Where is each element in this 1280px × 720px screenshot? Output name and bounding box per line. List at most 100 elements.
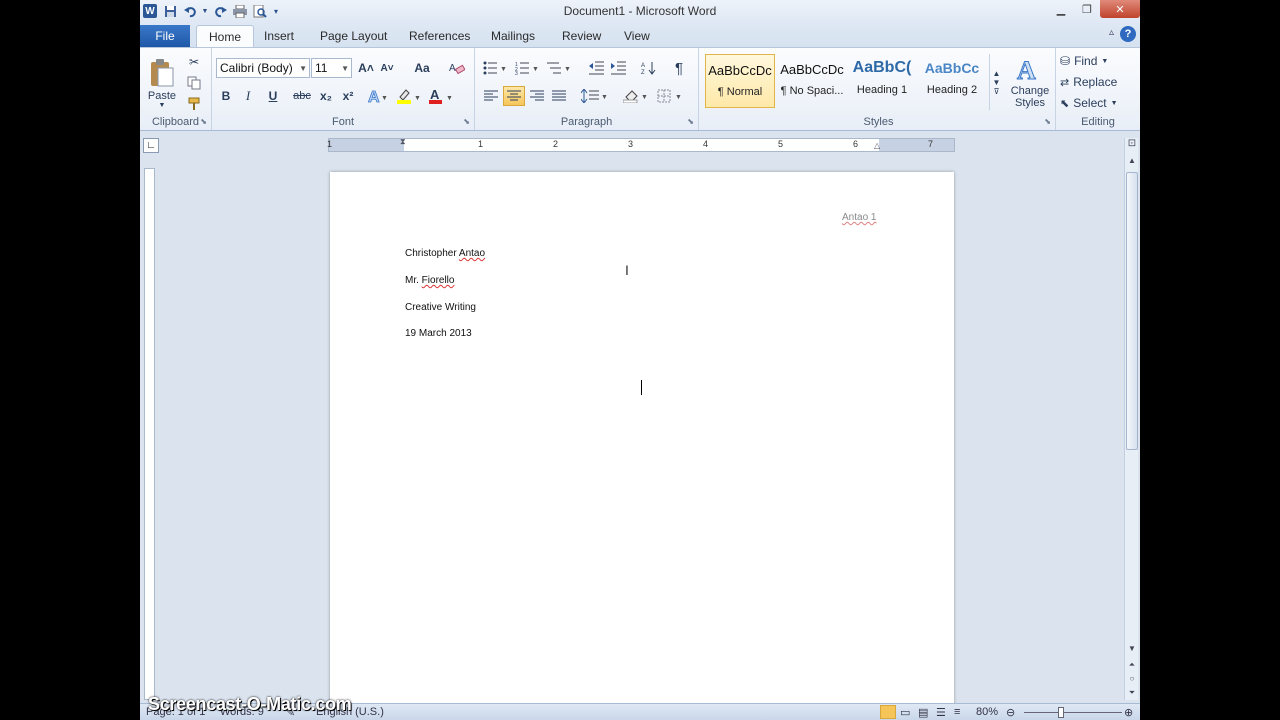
close-icon[interactable]: ✕ <box>1100 0 1140 18</box>
align-right-icon[interactable] <box>527 86 547 106</box>
borders-icon[interactable]: ▼ <box>655 86 685 106</box>
underline-button[interactable]: U <box>260 86 286 106</box>
browse-object-icon[interactable]: ○ <box>1125 674 1139 683</box>
vertical-ruler[interactable] <box>144 168 155 700</box>
view-ruler-icon[interactable]: ⊡ <box>1125 138 1139 149</box>
bold-button[interactable]: B <box>216 86 236 106</box>
show-formatting-button[interactable]: ¶ <box>669 58 689 78</box>
tab-mailings[interactable]: Mailings <box>479 25 547 47</box>
justify-icon[interactable] <box>549 86 569 106</box>
help-icon[interactable]: ? <box>1120 26 1136 42</box>
increase-indent-icon[interactable] <box>609 58 629 78</box>
change-case-button[interactable]: Aa <box>408 58 436 78</box>
tab-selector[interactable]: ∟ <box>143 138 159 153</box>
print-layout-icon[interactable] <box>880 705 896 719</box>
scroll-up-icon[interactable]: ▲ <box>1125 156 1139 165</box>
tab-references[interactable]: References <box>397 25 482 47</box>
zoom-level[interactable]: 80% <box>976 706 998 718</box>
right-indent-marker-icon[interactable]: △ <box>874 141 880 150</box>
tab-page-layout[interactable]: Page Layout <box>308 25 399 47</box>
text-effects-icon[interactable]: A ▼ <box>364 86 390 106</box>
zoom-slider-track[interactable] <box>1024 712 1122 713</box>
cut-icon[interactable]: ✂ <box>184 52 204 72</box>
align-center-icon[interactable] <box>503 86 525 106</box>
style-no-spacing[interactable]: AaBbCcDc ¶ No Spaci... <box>777 54 847 108</box>
indent-marker-icon[interactable]: ⧗ <box>400 137 406 147</box>
zoom-slider-thumb[interactable] <box>1058 707 1064 718</box>
header-text[interactable]: Antao 1 <box>842 212 876 223</box>
shrink-font-button[interactable]: A˅ <box>377 58 397 78</box>
font-size-select[interactable]: 11 ▼ <box>311 58 352 78</box>
scroll-down-icon[interactable]: ▼ <box>1125 644 1139 653</box>
strikethrough-button[interactable]: abc <box>290 86 314 106</box>
minimize-ribbon-icon[interactable]: ▵ <box>1109 27 1114 38</box>
spelling-error-word[interactable]: Antao <box>459 248 485 259</box>
svg-text:▼: ▼ <box>532 66 539 73</box>
tab-view[interactable]: View <box>612 25 662 47</box>
horizontal-ruler[interactable]: 1 1 2 3 4 5 6 7 ⧗ △ <box>327 137 955 152</box>
scroll-up-icon[interactable]: ▲ <box>993 69 1001 78</box>
document-page[interactable]: Antao 1 Christopher Antao Mr. Fiorello C… <box>330 172 954 712</box>
highlight-color-icon[interactable]: ▼ <box>394 86 424 106</box>
tab-file[interactable]: File <box>140 25 190 47</box>
previous-page-icon[interactable]: ⏶ <box>1125 660 1139 670</box>
tab-insert[interactable]: Insert <box>252 25 306 47</box>
draft-icon[interactable]: ≡ <box>954 706 960 718</box>
doc-line[interactable]: Mr. Fiorello <box>405 275 454 286</box>
font-color-button[interactable]: A ▼ <box>426 86 456 106</box>
vertical-scrollbar[interactable]: ⊡ ▲ ▼ ⏶ ○ ⏷ <box>1124 138 1138 700</box>
change-styles-button[interactable]: A Change Styles <box>1006 50 1054 114</box>
scroll-thumb[interactable] <box>1126 172 1138 450</box>
select-button[interactable]: ⬉ Select ▼ <box>1060 93 1132 113</box>
tab-review[interactable]: Review <box>550 25 613 47</box>
italic-button[interactable]: I <box>238 86 258 106</box>
doc-line[interactable]: Creative Writing <box>405 302 476 313</box>
more-icon[interactable]: ⊽ <box>994 87 1000 96</box>
full-screen-reading-icon[interactable]: ▭ <box>900 706 910 719</box>
svg-text:3: 3 <box>515 71 518 75</box>
word-window: W ▼ ▾ Document1 - Microsoft Word ▁ ❐ ✕ F… <box>140 0 1140 720</box>
doc-line[interactable]: Christopher Antao <box>405 248 485 259</box>
outline-icon[interactable]: ☰ <box>936 706 946 719</box>
text-caret <box>641 380 642 395</box>
clear-formatting-icon[interactable]: A <box>446 58 468 78</box>
zoom-out-icon[interactable]: ⊖ <box>1006 706 1015 719</box>
font-family-select[interactable]: Calibri (Body) ▼ <box>216 58 310 78</box>
format-painter-icon[interactable] <box>184 94 204 114</box>
paragraph-launcher-icon[interactable]: ⬊ <box>687 117 694 126</box>
paste-button[interactable]: Paste ▼ <box>144 52 180 114</box>
next-page-icon[interactable]: ⏷ <box>1125 688 1139 698</box>
sort-icon[interactable]: AZ <box>639 58 659 78</box>
spelling-error-word[interactable]: Fiorello <box>422 275 455 286</box>
restore-icon[interactable]: ❐ <box>1074 0 1100 18</box>
numbering-icon[interactable]: 1 2 3 ▼ <box>513 58 541 78</box>
font-launcher-icon[interactable]: ⬊ <box>463 117 470 126</box>
tab-home[interactable]: Home <box>196 25 255 47</box>
decrease-indent-icon[interactable] <box>587 58 607 78</box>
align-left-icon[interactable] <box>481 86 501 106</box>
web-layout-icon[interactable]: ▤ <box>918 706 928 719</box>
grow-font-button[interactable]: A˄ <box>356 58 376 78</box>
line-spacing-icon[interactable]: ▼ <box>579 86 609 106</box>
doc-line[interactable]: 19 March 2013 <box>405 328 472 339</box>
replace-button[interactable]: ⇄ Replace <box>1060 72 1132 92</box>
bullets-icon[interactable]: ▼ <box>481 58 509 78</box>
styles-launcher-icon[interactable]: ⬊ <box>1044 117 1051 126</box>
shading-icon[interactable]: ▼ <box>621 86 651 106</box>
clipboard-launcher-icon[interactable]: ⬊ <box>200 117 207 126</box>
styles-gallery-scroll[interactable]: ▲ ▼ ⊽ <box>989 54 1003 110</box>
zoom-in-icon[interactable]: ⊕ <box>1124 706 1133 719</box>
style-heading-2[interactable]: AaBbCc Heading 2 <box>917 54 987 108</box>
find-button[interactable]: ⛁ Find ▼ <box>1060 51 1124 71</box>
copy-icon[interactable] <box>184 73 204 93</box>
style-normal[interactable]: AaBbCcDc ¶ Normal <box>705 54 775 108</box>
style-heading-1[interactable]: AaBbC( Heading 1 <box>847 54 917 108</box>
minimize-icon[interactable]: ▁ <box>1048 0 1074 18</box>
multilevel-list-icon[interactable]: ▼ <box>545 58 573 78</box>
left-margin-zone <box>329 139 404 151</box>
pointer-icon: ⬉ <box>1060 97 1070 110</box>
svg-text:A: A <box>449 63 456 74</box>
subscript-button[interactable]: x₂ <box>316 86 336 106</box>
scroll-down-icon[interactable]: ▼ <box>993 78 1001 87</box>
superscript-button[interactable]: x² <box>338 86 358 106</box>
